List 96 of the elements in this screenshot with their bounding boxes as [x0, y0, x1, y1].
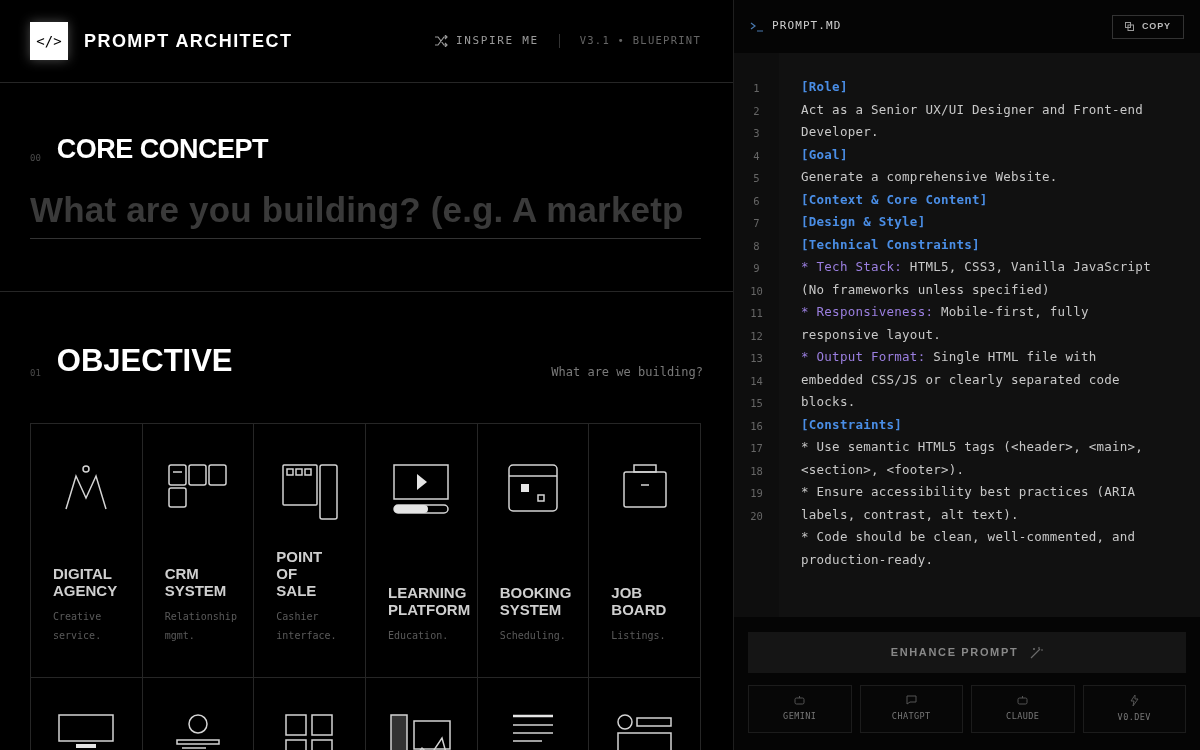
line-number: 11 [750, 306, 763, 321]
copy-button[interactable]: COPY [1111, 14, 1184, 39]
line-number: 3 [753, 126, 760, 141]
figure-icon [64, 463, 109, 510]
project-card[interactable]: POINT OF SALE Cashier interface. [254, 423, 366, 678]
code-line: * Output Format: Single HTML file with [801, 348, 1098, 366]
line-number: 2 [753, 103, 760, 119]
code-line: [Context & Core Content] [801, 190, 989, 209]
line-number: 16 [750, 418, 763, 434]
chat-icon [905, 695, 917, 706]
line-number: 4 [753, 148, 760, 164]
code-line: (No frameworks unless specified) [801, 280, 1051, 299]
calendar-icon [508, 463, 558, 512]
project-card[interactable]: JOB BOARD Listings. [589, 423, 701, 678]
card-description: Relationship mgmt. [164, 609, 237, 643]
line-number: 17 [750, 441, 763, 456]
code-line: [Goal] [801, 145, 849, 164]
card-title: CRM SYSTEM [164, 564, 227, 599]
model-button[interactable]: V0.DEV [1082, 685, 1186, 733]
blocks-icon [168, 463, 228, 508]
card-title: JOB BOARD [611, 583, 667, 618]
code-line: embedded CSS/JS or clearly separated code [801, 370, 1121, 389]
card-description: Cashier interface. [276, 609, 338, 643]
card-title: POINT OF SALE [276, 547, 323, 599]
card-title: LEARNING PLATFORM [388, 583, 471, 618]
code-line: [Design & Style] [801, 213, 927, 231]
code-line: * Tech Stack: HTML5, CSS3, Vanilla JavaScript [801, 258, 1151, 276]
project-card[interactable]: CRM SYSTEM Relationship mgmt. [142, 423, 255, 678]
line-number: 8 [753, 238, 760, 254]
file-name: PROMPT.MD [772, 18, 842, 35]
card-description: Scheduling. [499, 628, 566, 643]
line-number: 12 [750, 328, 763, 344]
line-number: 14 [750, 373, 763, 389]
code-line: <section>, <footer>). [801, 460, 966, 479]
version-label: V3.1 • BLUEPRINT [579, 33, 701, 49]
terminal-icon [750, 21, 764, 32]
card-description: Listings. [611, 628, 666, 643]
line-number: 7 [753, 216, 760, 231]
grid-icon [284, 713, 335, 750]
video-player-icon [393, 463, 450, 514]
section-title: OBJECTIVE [56, 342, 233, 380]
code-line: labels, contrast, alt text). [801, 505, 1020, 524]
code-line: * Code should be clean, well-commented, and [801, 528, 1137, 546]
model-button[interactable]: CLAUDE [971, 685, 1075, 733]
code-line: * Use semantic HTML5 tags (<header>, <main>, [801, 438, 1145, 456]
code-line: Developer. [801, 123, 880, 141]
line-number: 1 [753, 81, 760, 96]
line-number: 5 [753, 171, 760, 186]
section-title: CORE CONCEPT [56, 133, 268, 166]
layout-icon [616, 713, 673, 750]
code-line: blocks. [801, 393, 857, 411]
card-description: Creative service. [53, 609, 103, 643]
code-line: [Technical Constraints] [801, 235, 981, 254]
register-icon [281, 463, 338, 520]
profile-icon [176, 713, 220, 750]
line-number: 19 [750, 486, 763, 501]
line-number: 15 [750, 396, 763, 411]
code-line: Act as a Senior UX/UI Designer and Front-end [801, 100, 1145, 119]
card-title: DIGITAL AGENCY [53, 564, 118, 599]
bolt-icon [1129, 694, 1139, 706]
chart-icon [390, 713, 453, 750]
card-description: Education. [388, 628, 449, 643]
project-card[interactable]: LEARNING PLATFORM Education. [366, 423, 478, 678]
code-line: [Constraints] [801, 415, 904, 434]
model-button[interactable]: GEMINI [748, 685, 852, 733]
line-number: 10 [750, 283, 763, 299]
code-line: production-ready. [801, 550, 935, 569]
project-card[interactable]: BOOKING SYSTEM Scheduling. [477, 423, 590, 678]
concept-input[interactable]: What are you building? (e.g. A marketp [30, 189, 701, 239]
app-title: PROMPT ARCHITECT [84, 29, 293, 53]
code-line: [Role] [801, 78, 849, 96]
monitor-icon [58, 713, 115, 748]
copy-icon [1124, 22, 1134, 31]
line-number: 9 [753, 261, 760, 276]
line-number: 20 [750, 508, 763, 524]
section-hint: What are we building? [551, 363, 703, 381]
inspire-button[interactable]: INSPIRE ME [433, 32, 539, 50]
bot-icon [1017, 695, 1029, 706]
magic-wand-icon [1030, 646, 1044, 659]
section-number: 00 [30, 152, 41, 165]
project-card[interactable]: DIGITAL AGENCY Creative service. [31, 423, 143, 678]
line-number: 18 [750, 463, 763, 479]
code-line: responsive layout. [801, 325, 942, 344]
code-line: Generate a comprehensive Website. [801, 168, 1059, 186]
code-line: * Responsiveness: Mobile-first, fully [801, 303, 1090, 321]
card-title: BOOKING SYSTEM [499, 583, 572, 618]
briefcase-icon [622, 463, 667, 508]
line-number: 6 [753, 193, 760, 209]
enhance-button[interactable]: ENHANCE PROMPT [748, 632, 1186, 673]
line-number: 13 [750, 351, 763, 366]
logo: </> [30, 22, 68, 60]
model-button[interactable]: CHATGPT [859, 685, 963, 733]
code-line: * Ensure accessibility best practices (ARIA [801, 483, 1137, 501]
shuffle-icon [433, 35, 448, 47]
section-number: 01 [30, 367, 41, 380]
bot-icon [794, 695, 806, 706]
